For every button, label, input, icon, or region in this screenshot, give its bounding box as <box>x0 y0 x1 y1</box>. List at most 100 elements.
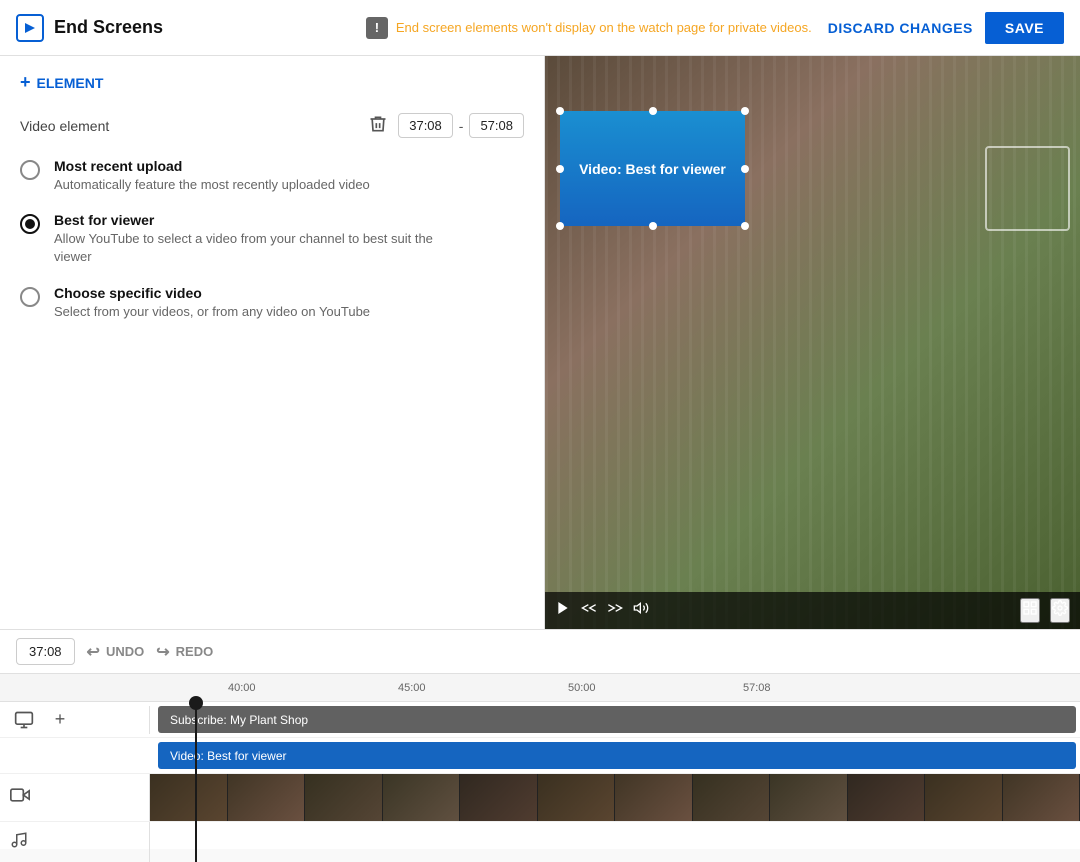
current-time-display[interactable]: 37:08 <box>16 638 75 665</box>
warning-message: ! End screen elements won't display on t… <box>366 17 812 39</box>
option-best-for-viewer[interactable]: Best for viewer Allow YouTube to select … <box>20 212 524 266</box>
radio-inner-dot <box>25 219 35 229</box>
time-end-badge[interactable]: 57:08 <box>469 113 524 138</box>
thumb-12 <box>1003 774 1080 821</box>
thumb-7 <box>615 774 693 821</box>
delete-element-button[interactable] <box>368 114 388 137</box>
resize-handle-leftmid[interactable] <box>556 165 564 173</box>
redo-icon: ↪ <box>156 642 169 662</box>
track-content-1: Subscribe: My Plant Shop <box>150 702 1080 737</box>
playhead-dot <box>189 696 203 710</box>
ruler-mark-4: 57:08 <box>743 682 771 694</box>
plus-icon: + <box>20 72 31 93</box>
audio-row <box>0 822 1080 862</box>
settings-button[interactable] <box>1050 598 1070 623</box>
add-element-label: ELEMENT <box>37 75 104 91</box>
thumb-11 <box>925 774 1003 821</box>
track-row-subscribe: + Subscribe: My Plant Shop <box>0 702 1080 738</box>
undo-label: UNDO <box>106 644 144 659</box>
thumb-4 <box>383 774 461 821</box>
thumb-2 <box>228 774 306 821</box>
resize-handle-bottommid[interactable] <box>649 222 657 230</box>
thumb-6 <box>538 774 616 821</box>
ruler-marks: 40:00 45:00 50:00 57:08 <box>188 674 1080 701</box>
thumb-5 <box>460 774 538 821</box>
fast-forward-button[interactable] <box>607 600 623 621</box>
radio-most-recent <box>20 160 40 180</box>
redo-label: REDO <box>176 644 214 659</box>
resize-handle-topright[interactable] <box>741 107 749 115</box>
warning-text: End screen elements won't display on the… <box>396 20 812 35</box>
volume-button[interactable] <box>633 600 649 621</box>
ruler-mark-2: 45:00 <box>398 682 426 694</box>
play-button[interactable] <box>555 600 571 621</box>
option-choose-specific-desc: Select from your videos, or from any vid… <box>54 303 370 321</box>
undo-button[interactable]: ↩ UNDO <box>87 642 145 662</box>
resize-handle-bottomleft[interactable] <box>556 222 564 230</box>
thumbnails-row <box>0 774 1080 822</box>
thumb-9 <box>770 774 848 821</box>
thumb-1 <box>150 774 228 821</box>
option-most-recent-title: Most recent upload <box>54 158 370 174</box>
video-track-bar[interactable]: Video: Best for viewer <box>158 742 1076 769</box>
resize-handle-topmid[interactable] <box>649 107 657 115</box>
music-icon <box>10 831 28 854</box>
subscribe-track-bar[interactable]: Subscribe: My Plant Shop <box>158 706 1076 733</box>
grid-button[interactable] <box>1020 598 1040 623</box>
end-screen-video-element[interactable]: Video: Best for viewer <box>560 111 745 226</box>
resize-handle-topleft[interactable] <box>556 107 564 115</box>
redo-button[interactable]: ↪ REDO <box>156 642 213 662</box>
thumbnail-strip <box>150 774 1080 821</box>
video-element-preview-label: Video: Best for viewer <box>575 157 730 181</box>
discard-changes-button[interactable]: DISCARD CHANGES <box>828 20 973 36</box>
warning-icon: ! <box>366 17 388 39</box>
option-most-recent[interactable]: Most recent upload Automatically feature… <box>20 158 524 194</box>
timeline: 37:08 ↩ UNDO ↪ REDO 40:00 45:00 50:00 57… <box>0 629 1080 849</box>
audio-icon-area <box>0 822 150 862</box>
resize-handle-rightmid[interactable] <box>741 165 749 173</box>
screen-icon <box>10 706 38 734</box>
rewind-button[interactable] <box>581 600 597 621</box>
element-row: Video element 37:08 - 57:08 <box>20 113 524 138</box>
timeline-toolbar: 37:08 ↩ UNDO ↪ REDO <box>0 630 1080 674</box>
video-options: Most recent upload Automatically feature… <box>20 158 524 321</box>
option-best-for-viewer-title: Best for viewer <box>54 212 474 228</box>
thumb-icon-area <box>0 774 150 821</box>
time-separator: - <box>459 118 464 134</box>
controls-right <box>1020 598 1070 623</box>
ruler-mark-1: 40:00 <box>228 682 256 694</box>
track-row-video: Video: Best for viewer <box>0 738 1080 774</box>
thumb-8 <box>693 774 771 821</box>
option-most-recent-desc: Automatically feature the most recently … <box>54 176 370 194</box>
play-icon <box>25 23 35 33</box>
ruler-mark-3: 50:00 <box>568 682 596 694</box>
timeline-content: + Subscribe: My Plant Shop Video: Best f… <box>0 702 1080 862</box>
app-logo-icon <box>16 14 44 42</box>
add-element-button[interactable]: + ELEMENT <box>20 72 103 93</box>
left-panel: + ELEMENT Video element 37:08 - 57:08 <box>0 56 545 629</box>
option-best-for-viewer-desc: Allow YouTube to select a video from you… <box>54 230 474 266</box>
option-choose-specific[interactable]: Choose specific video Select from your v… <box>20 285 524 321</box>
time-start-badge[interactable]: 37:08 <box>398 113 453 138</box>
track-content-2: Video: Best for viewer <box>150 738 1080 773</box>
radio-best-for-viewer <box>20 214 40 234</box>
element-label: Video element <box>20 118 368 134</box>
video-preview: Video: Best for viewer <box>545 56 1080 629</box>
resize-handle-bottomright[interactable] <box>741 222 749 230</box>
page-title: End Screens <box>54 17 163 38</box>
thumb-10 <box>848 774 926 821</box>
track-icons-1: + <box>0 706 150 734</box>
radio-choose-specific <box>20 287 40 307</box>
right-panel: Video: Best for viewer <box>545 56 1080 629</box>
playhead[interactable] <box>195 702 197 862</box>
option-choose-specific-title: Choose specific video <box>54 285 370 301</box>
camera-icon <box>10 785 30 810</box>
video-background: Video: Best for viewer <box>545 56 1080 629</box>
subscribe-placeholder <box>985 146 1070 231</box>
add-track-button[interactable]: + <box>48 708 72 732</box>
save-button[interactable]: SAVE <box>985 12 1064 44</box>
timeline-ruler: 40:00 45:00 50:00 57:08 <box>0 674 1080 702</box>
header: End Screens ! End screen elements won't … <box>0 0 1080 56</box>
video-controls-bar <box>545 592 1080 629</box>
thumb-3 <box>305 774 383 821</box>
